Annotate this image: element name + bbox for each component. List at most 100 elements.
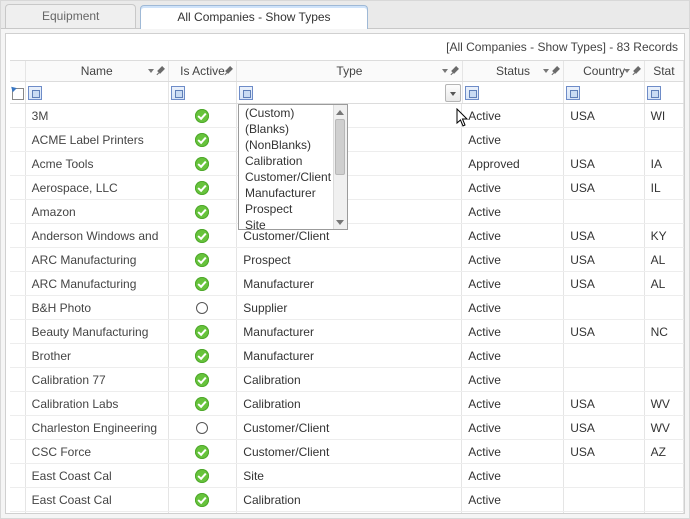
table-row[interactable]: Beauty ManufacturingManufacturerActiveUS… [10,320,684,344]
filter-mode-button[interactable] [465,86,479,100]
cell-country: USA [564,440,644,463]
dropdown-option[interactable]: Prospect [239,201,333,217]
row-selector[interactable] [10,128,26,151]
row-selector[interactable] [10,368,26,391]
cell-status: Active [462,176,564,199]
cell-is-active [169,200,238,223]
tab-all-companies-show-types[interactable]: All Companies - Show Types [140,5,367,29]
filter-dropdown-popup-type: (Custom)(Blanks)(NonBlanks)CalibrationCu… [238,104,348,230]
dropdown-option[interactable]: Customer/Client [239,169,333,185]
filter-mode-button[interactable] [171,86,185,100]
cell-status: Active [462,248,564,271]
dropdown-option[interactable]: (Custom) [239,105,333,121]
row-selector[interactable] [10,176,26,199]
cell-type: Prospect [237,248,462,271]
tab-strip: Equipment All Companies - Show Types [1,1,689,29]
cell-state: NC [645,320,684,343]
table-row[interactable]: Calibration LabsCalibrationActiveUSAWV [10,392,684,416]
dropdown-option[interactable]: (NonBlanks) [239,137,333,153]
filter-input-status[interactable] [481,84,562,102]
cell-state: IA [645,152,684,175]
dropdown-list[interactable]: (Custom)(Blanks)(NonBlanks)CalibrationCu… [239,105,347,229]
row-selector[interactable] [10,152,26,175]
row-selector[interactable] [10,488,26,511]
filter-dropdown-button-type[interactable] [445,84,461,102]
cell-country [564,344,644,367]
table-row[interactable]: Charleston EngineeringCustomer/ClientAct… [10,416,684,440]
scroll-down-icon[interactable] [333,215,347,229]
filter-input-is-active[interactable] [187,84,235,102]
table-row[interactable]: B&H PhotoSupplierActive [10,296,684,320]
row-selector[interactable] [10,272,26,295]
scroll-thumb[interactable] [335,119,345,175]
active-check-icon [195,157,209,171]
cell-status: Active [462,464,564,487]
active-check-icon [195,181,209,195]
table-row[interactable]: BrotherManufacturerActive [10,344,684,368]
filter-mode-button[interactable] [28,86,42,100]
cell-country: USA [564,104,644,127]
column-header-country[interactable]: Country [564,61,644,81]
filter-input-name[interactable] [44,84,166,102]
filter-mode-button[interactable] [239,86,253,100]
active-check-icon [195,277,209,291]
table-row[interactable]: East Coast CalSiteActive [10,464,684,488]
cell-name: Aerospace, LLC [26,176,169,199]
grid-header-row: Name Is Active Type Status [10,60,684,82]
dropdown-option[interactable]: (Blanks) [239,121,333,137]
cell-type: Manufacturer [237,344,462,367]
table-row[interactable]: East Coast CalCalibrationActive [10,488,684,512]
cell-state: AL [645,248,684,271]
column-header-name[interactable]: Name [26,61,169,81]
select-all-check-icon [10,86,24,100]
row-selector[interactable] [10,104,26,127]
cell-status: Active [462,200,564,223]
cell-is-active [169,248,238,271]
cell-name: Calibration Labs [26,392,169,415]
row-selector[interactable] [10,392,26,415]
cell-state: WV [645,416,684,439]
row-selector[interactable] [10,320,26,343]
cell-country: USA [564,272,644,295]
cell-status: Active [462,104,564,127]
filter-mode-button[interactable] [647,86,661,100]
column-header-type[interactable]: Type [237,61,462,81]
column-header-state[interactable]: Stat [645,61,684,81]
row-selector[interactable] [10,464,26,487]
row-selector[interactable] [10,200,26,223]
row-selector[interactable] [10,296,26,319]
scroll-up-icon[interactable] [333,105,347,119]
column-header-selector[interactable] [10,61,26,81]
active-check-icon [195,373,209,387]
row-selector[interactable] [10,512,26,513]
filter-select-all[interactable] [10,82,26,103]
active-check-icon [195,397,209,411]
row-selector[interactable] [10,224,26,247]
dropdown-option[interactable]: Site [239,217,333,229]
column-header-is-active[interactable]: Is Active [169,61,238,81]
row-selector[interactable] [10,440,26,463]
cell-country [564,464,644,487]
dropdown-option[interactable]: Manufacturer [239,185,333,201]
dropdown-option[interactable]: Calibration [239,153,333,169]
grid-filter-row [10,82,684,104]
cell-is-active [169,392,238,415]
cell-is-active [169,152,238,175]
filter-mode-button[interactable] [566,86,580,100]
table-row[interactable]: CSC ForceCustomer/ClientActiveUSAAZ [10,440,684,464]
table-row[interactable]: Calibration 77CalibrationActive [10,368,684,392]
row-selector[interactable] [10,416,26,439]
row-selector[interactable] [10,248,26,271]
table-row[interactable]: ARC ManufacturingManufacturerActiveUSAAL [10,272,684,296]
table-row[interactable]: ARC ManufacturingProspectActiveUSAAL [10,248,684,272]
tab-equipment[interactable]: Equipment [5,4,136,28]
cell-name: ARC Manufacturing [26,248,169,271]
filter-input-type[interactable] [255,84,442,102]
cell-is-active [169,344,238,367]
filter-input-country[interactable] [582,84,641,102]
table-row[interactable]: East Coast CalManufacturerActive [10,512,684,513]
cell-type: Manufacturer [237,512,462,513]
row-selector[interactable] [10,344,26,367]
column-header-status[interactable]: Status [463,61,565,81]
dropdown-scrollbar[interactable] [333,105,347,229]
